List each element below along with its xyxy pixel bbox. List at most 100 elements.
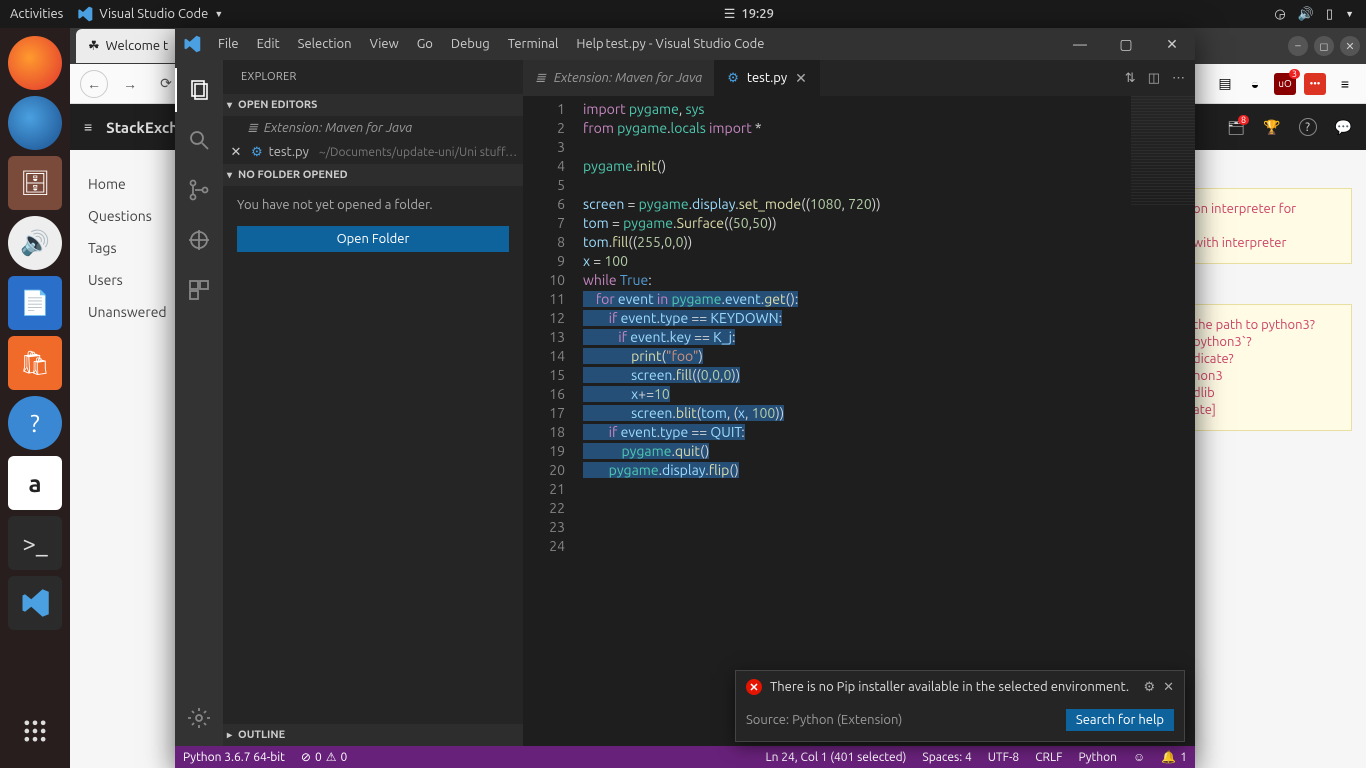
- outline-header[interactable]: ▸OUTLINE: [223, 724, 523, 746]
- status-eol[interactable]: CRLF: [1027, 750, 1070, 764]
- power-menu-chevron-icon[interactable]: ▼: [1345, 9, 1354, 19]
- dock-show-apps[interactable]: [8, 704, 62, 758]
- vscode-titlebar[interactable]: File Edit Selection View Go Debug Termin…: [175, 28, 1195, 60]
- open-editors-header[interactable]: ▾OPEN EDITORS: [223, 94, 523, 116]
- activity-search[interactable]: [175, 118, 223, 162]
- menu-edit[interactable]: Edit: [248, 28, 289, 60]
- status-indent[interactable]: Spaces: 4: [914, 750, 979, 764]
- bell-icon: 🔔: [1161, 750, 1176, 764]
- open-editor-testpy[interactable]: ✕⚙test.py~/Documents/update-uni/Uni stuf…: [223, 140, 523, 164]
- dock-firefox[interactable]: [8, 36, 62, 90]
- code-content[interactable]: import pygame, sysfrom pygame.locals imp…: [579, 96, 1195, 746]
- win-close-button[interactable]: ✕: [1149, 28, 1195, 60]
- menu-go[interactable]: Go: [408, 28, 442, 60]
- dock-terminal[interactable]: >_: [8, 516, 62, 570]
- menu-debug[interactable]: Debug: [442, 28, 499, 60]
- toast-close-icon[interactable]: ✕: [1163, 680, 1174, 695]
- lastpass-icon[interactable]: •••: [1304, 73, 1326, 95]
- no-folder-header[interactable]: ▾NO FOLDER OPENED: [223, 164, 523, 186]
- pocket-icon[interactable]: ◒: [1244, 73, 1266, 95]
- open-editor-maven[interactable]: ≣Extension: Maven for Java: [223, 116, 523, 140]
- vscode-window: File Edit Selection View Go Debug Termin…: [175, 28, 1195, 768]
- tab-maven[interactable]: ≣Extension: Maven for Java: [523, 60, 715, 96]
- site-switcher-icon[interactable]: 💬: [1335, 119, 1352, 136]
- app-menu[interactable]: Visual Studio Code ▼: [77, 6, 223, 22]
- ff-menu-button[interactable]: ≡: [1334, 73, 1356, 95]
- gnome-top-bar: Activities Visual Studio Code ▼ ☰19:29 ◶…: [0, 0, 1366, 28]
- menu-view[interactable]: View: [361, 28, 408, 60]
- notification-toast: ✕ There is no Pip installer available in…: [735, 670, 1185, 742]
- dock-help[interactable]: ?: [8, 396, 62, 450]
- warning-count-icon: ⚠: [326, 750, 337, 764]
- code-editor[interactable]: 123456789101112131415161718192021222324 …: [523, 96, 1195, 746]
- toast-action-button[interactable]: Search for help: [1066, 709, 1174, 731]
- status-bar: Python 3.6.7 64-bit ⊘0 ⚠0 Ln 24, Col 1 (…: [175, 746, 1195, 768]
- dock-writer[interactable]: 📄: [8, 276, 62, 330]
- win-max-button[interactable]: ▢: [1103, 28, 1149, 60]
- more-actions-icon[interactable]: ⋯: [1172, 71, 1185, 86]
- dock-vscode[interactable]: [8, 576, 62, 630]
- wifi-icon[interactable]: ◶: [1274, 7, 1285, 22]
- ff-tab[interactable]: ☘Welcome t: [76, 29, 180, 63]
- status-problems[interactable]: ⊘0 ⚠0: [293, 750, 355, 764]
- status-bell[interactable]: 🔔1: [1153, 750, 1195, 764]
- dock-amazon[interactable]: a: [8, 456, 62, 510]
- achievements-icon[interactable]: 🏆: [1263, 119, 1280, 136]
- editor-group: ≣Extension: Maven for Java ⚙test.py✕ ⇅ ◫…: [523, 60, 1195, 746]
- tab-testpy[interactable]: ⚙test.py✕: [715, 60, 820, 96]
- error-count-icon: ⊘: [301, 750, 311, 764]
- menu-terminal[interactable]: Terminal: [499, 28, 568, 60]
- python-file-icon: ⚙: [251, 145, 263, 160]
- dock-software[interactable]: 🛍: [8, 336, 62, 390]
- activity-scm[interactable]: [175, 168, 223, 212]
- explorer-title: EXPLORER: [223, 60, 523, 94]
- activities-button[interactable]: Activities: [10, 6, 63, 22]
- status-python[interactable]: Python 3.6.7 64-bit: [175, 751, 293, 764]
- status-feedback-icon[interactable]: ☺: [1125, 750, 1153, 764]
- activity-extensions[interactable]: [175, 268, 223, 312]
- ff-close-button[interactable]: ✕: [1340, 36, 1360, 56]
- toast-settings-icon[interactable]: ⚙: [1143, 680, 1155, 695]
- split-editor-icon[interactable]: ◫: [1148, 71, 1160, 86]
- menu-file[interactable]: File: [209, 28, 248, 60]
- ublock-icon[interactable]: uO: [1274, 73, 1296, 95]
- open-folder-button[interactable]: Open Folder: [237, 226, 509, 252]
- battery-icon[interactable]: ▯: [1326, 7, 1333, 22]
- menu-selection[interactable]: Selection: [289, 28, 361, 60]
- win-min-button[interactable]: —: [1057, 28, 1103, 60]
- status-language[interactable]: Python: [1070, 750, 1125, 764]
- help-icon[interactable]: ?: [1299, 118, 1317, 136]
- activity-settings[interactable]: [175, 696, 223, 740]
- reader-icon[interactable]: ▤: [1214, 73, 1236, 95]
- volume-icon[interactable]: 🔊: [1298, 7, 1314, 22]
- toast-source: Source: Python (Extension): [746, 713, 1056, 727]
- menu-help[interactable]: Help: [567, 28, 612, 60]
- line-gutter: 123456789101112131415161718192021222324: [523, 96, 579, 746]
- clock[interactable]: ☰19:29: [223, 7, 1274, 22]
- dock-thunderbird[interactable]: [8, 96, 62, 150]
- status-cursor[interactable]: Ln 24, Col 1 (401 selected): [758, 750, 915, 764]
- tab-close-icon[interactable]: ✕: [795, 70, 807, 87]
- list-icon: ≣: [535, 71, 546, 86]
- close-icon[interactable]: ✕: [229, 145, 243, 160]
- ff-back-button[interactable]: ←: [80, 70, 108, 98]
- vscode-menu: File Edit Selection View Go Debug Termin…: [209, 28, 613, 60]
- vscode-logo-icon: [175, 35, 209, 53]
- minimap[interactable]: [1131, 96, 1195, 206]
- ff-max-button[interactable]: ◻: [1314, 36, 1334, 56]
- activity-bar: [175, 60, 223, 746]
- compare-changes-icon[interactable]: ⇅: [1125, 71, 1136, 86]
- editor-tabs: ≣Extension: Maven for Java ⚙test.py✕ ⇅ ◫…: [523, 60, 1195, 96]
- status-encoding[interactable]: UTF-8: [980, 750, 1027, 764]
- inbox-icon[interactable]: 🗂: [1227, 119, 1245, 136]
- error-icon: ✕: [746, 679, 762, 695]
- ff-min-button[interactable]: –: [1288, 36, 1308, 56]
- activity-debug[interactable]: [175, 218, 223, 262]
- explorer-panel: EXPLORER ▾OPEN EDITORS ≣Extension: Maven…: [223, 60, 523, 746]
- toast-message: There is no Pip installer available in t…: [770, 680, 1135, 694]
- dock-files[interactable]: 🗄: [8, 156, 62, 210]
- dock-rhythmbox[interactable]: 🔊: [8, 216, 62, 270]
- activity-explorer[interactable]: [175, 68, 223, 112]
- ff-forward-button[interactable]: →: [116, 70, 144, 98]
- vscode-icon: [77, 6, 93, 22]
